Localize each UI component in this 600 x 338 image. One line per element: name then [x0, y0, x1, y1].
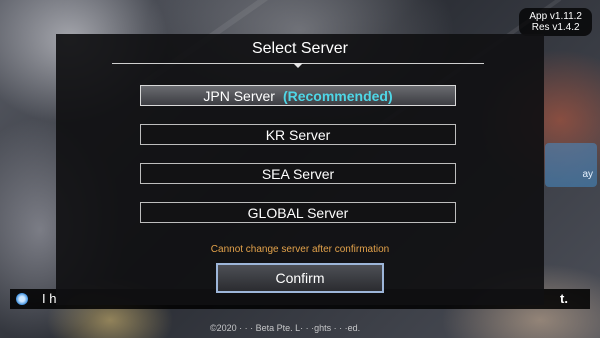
info-icon: [16, 293, 28, 305]
dialog-title: Select Server: [251, 40, 349, 57]
server-option-label: GLOBAL Server: [247, 204, 349, 221]
copyright-text: ©2020 · · · Beta Pte. L· · ·ghts · · ·ed…: [210, 323, 361, 333]
event-banner-icon[interactable]: ay: [545, 143, 597, 187]
res-version: Res v1.4.2: [531, 22, 580, 33]
confirm-button[interactable]: Confirm: [216, 263, 384, 293]
recommended-tag: (Recommended): [282, 87, 393, 104]
server-option-jpn[interactable]: JPN Server (Recommended): [140, 85, 456, 106]
server-option-label: SEA Server: [261, 165, 335, 182]
server-option-global[interactable]: GLOBAL Server: [140, 202, 456, 223]
server-option-label: JPN Server: [203, 87, 275, 104]
server-option-sea[interactable]: SEA Server: [140, 163, 456, 184]
server-warning: Cannot change server after confirmation: [210, 244, 390, 255]
version-badge: App v1.11.2 Res v1.4.2: [519, 8, 592, 36]
server-option-kr[interactable]: KR Server: [140, 124, 456, 145]
notice-text-right: t.: [560, 291, 568, 306]
server-option-label: KR Server: [265, 126, 331, 143]
app-version: App v1.11.2: [529, 11, 582, 22]
confirm-label: Confirm: [275, 270, 325, 286]
event-banner-label: ay: [582, 169, 593, 180]
caret-down-icon: [293, 63, 303, 68]
notice-text-left: I h: [42, 291, 57, 306]
select-server-dialog: Select Server JPN Server (Recommended) K…: [56, 34, 544, 305]
